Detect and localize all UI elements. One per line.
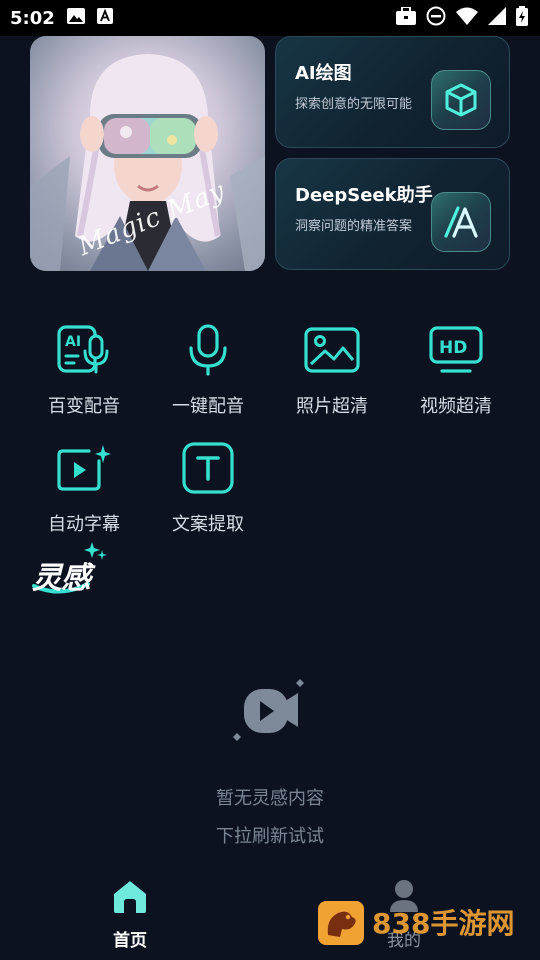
deepseek-subtitle: 洞察问题的精准答案 (295, 219, 413, 234)
tool-label: 照片超清 (296, 396, 368, 417)
deepseek-title: DeepSeek助手 (295, 185, 433, 206)
image-icon (302, 320, 362, 380)
tool-label: 百变配音 (48, 396, 120, 417)
ai-drawing-subtitle: 探索创意的无限可能 (295, 97, 413, 112)
svg-text:AI: AI (65, 334, 81, 350)
tool-label: 视频超清 (420, 396, 492, 417)
tool-video-enhance[interactable]: HD 视频超清 (401, 312, 511, 422)
ai-drawing-card[interactable]: AI绘图 探索创意的无限可能 (275, 36, 510, 148)
tool-photo-enhance[interactable]: 照片超清 (277, 312, 387, 422)
status-bar: 5:02 (0, 0, 540, 36)
status-time: 5:02 (10, 7, 55, 29)
deepseek-assistant-card[interactable]: DeepSeek助手 洞察问题的精准答案 (275, 158, 510, 270)
tool-text-extract[interactable]: 文案提取 (153, 430, 263, 540)
svg-text:HD: HD (439, 338, 467, 358)
font-notification-icon (96, 8, 113, 28)
tool-label: 文案提取 (172, 514, 244, 535)
wifi-icon (456, 7, 478, 29)
battery-charging-icon (516, 6, 528, 30)
tool-label: 自动字幕 (48, 514, 120, 535)
empty-state-hint: 下拉刷新试试 (216, 826, 324, 847)
ai-microphone-icon: AI (54, 320, 114, 380)
inspiration-title: 灵感 (32, 561, 91, 596)
signal-icon (488, 7, 506, 29)
deepseek-a-icon (431, 192, 491, 252)
video-sparkle-icon (54, 438, 114, 498)
site-logo-icon (318, 901, 364, 945)
site-watermark-text: 838手游网 (372, 907, 515, 940)
tool-voice-changer[interactable]: AI 百变配音 (29, 312, 139, 422)
do-not-disturb-icon (426, 6, 446, 30)
ai-drawing-title: AI绘图 (295, 63, 352, 84)
tool-auto-subtitles[interactable]: 自动字幕 (29, 430, 139, 540)
empty-video-icon (230, 675, 310, 745)
home-icon (110, 878, 150, 918)
hd-icon: HD (426, 320, 486, 380)
microphone-icon (178, 320, 238, 380)
hero-banner-image[interactable]: Magic May (30, 36, 265, 271)
tool-label: 一键配音 (172, 396, 244, 417)
empty-state-text: 暂无灵感内容 (216, 788, 324, 809)
work-profile-icon (396, 6, 416, 29)
site-watermark: 838手游网 (318, 898, 518, 948)
nav-home[interactable]: 首页 (110, 878, 150, 951)
nav-home-label: 首页 (113, 931, 147, 951)
cube-icon (431, 70, 491, 130)
text-t-icon (178, 438, 238, 498)
gallery-notification-icon (66, 8, 85, 28)
tool-one-click-dubbing[interactable]: 一键配音 (153, 312, 263, 422)
